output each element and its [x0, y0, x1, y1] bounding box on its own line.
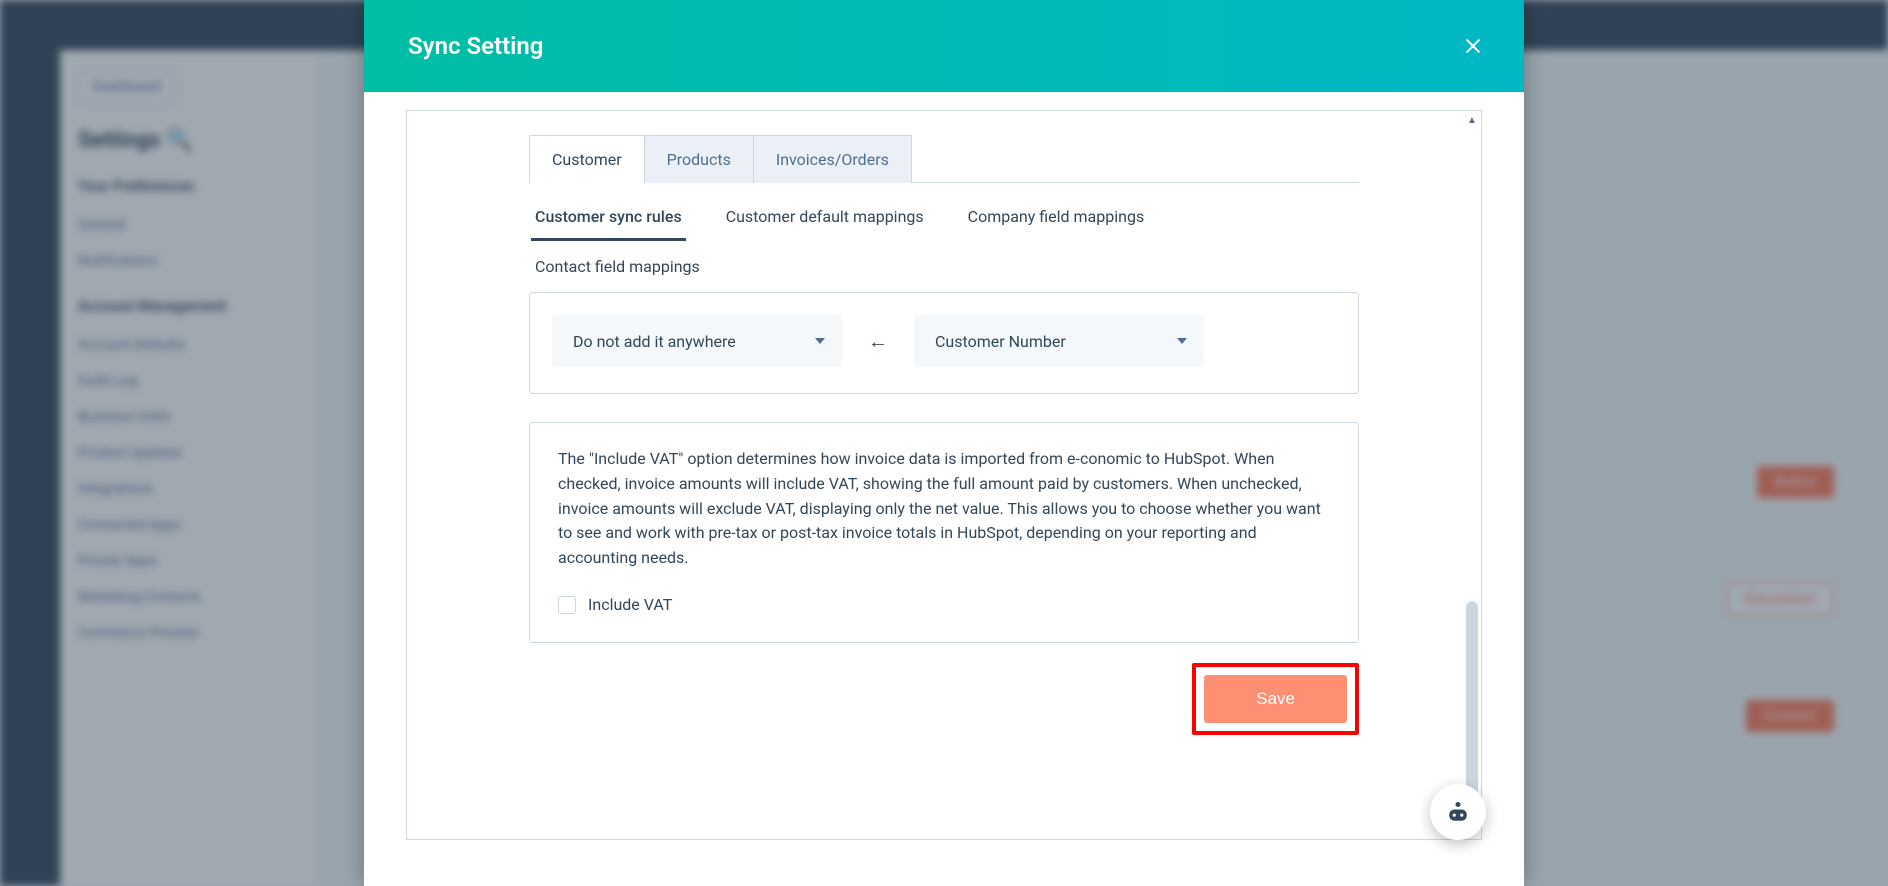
- include-vat-label: Include VAT: [588, 593, 672, 618]
- chevron-down-icon: [1177, 338, 1187, 344]
- bot-icon: [1443, 797, 1473, 827]
- subtab-company-field-mappings[interactable]: Company field mappings: [964, 201, 1149, 241]
- tabs-row: Customer Products Invoices/Orders: [529, 135, 1359, 183]
- subtabs-row: Customer sync rules Customer default map…: [529, 183, 1359, 288]
- right-select[interactable]: Customer Number: [914, 315, 1204, 367]
- modal-header: Sync Setting: [364, 0, 1524, 92]
- scrollbar-thumb[interactable]: [1466, 601, 1478, 801]
- save-highlight-box: Save: [1192, 663, 1359, 735]
- sync-setting-modal: Sync Setting Customer Products Invoices/…: [364, 0, 1524, 886]
- close-icon[interactable]: [1462, 35, 1484, 57]
- save-row: Save: [529, 663, 1359, 735]
- chevron-down-icon: [815, 338, 825, 344]
- vat-description: The "Include VAT" option determines how …: [558, 447, 1330, 571]
- scroll-up-icon[interactable]: ▲: [1463, 111, 1481, 129]
- include-vat-row[interactable]: Include VAT: [558, 593, 1330, 618]
- chat-bot-button[interactable]: [1430, 784, 1486, 840]
- subtab-customer-default-mappings[interactable]: Customer default mappings: [722, 201, 928, 241]
- vat-card: The "Include VAT" option determines how …: [529, 422, 1359, 643]
- include-vat-checkbox[interactable]: [558, 596, 576, 614]
- save-button[interactable]: Save: [1204, 675, 1347, 723]
- modal-body: Customer Products Invoices/Orders Custom…: [364, 92, 1524, 886]
- left-select[interactable]: Do not add it anywhere: [552, 315, 842, 367]
- scroll-container: Customer Products Invoices/Orders Custom…: [406, 110, 1482, 840]
- tab-products[interactable]: Products: [644, 135, 754, 183]
- mapping-card: Do not add it anywhere ← Customer Number: [529, 292, 1359, 394]
- arrow-left-icon: ←: [856, 329, 900, 354]
- right-select-value: Customer Number: [935, 332, 1066, 351]
- tab-invoices-orders[interactable]: Invoices/Orders: [753, 135, 912, 183]
- vertical-scrollbar[interactable]: ▲ ▼: [1463, 111, 1481, 839]
- subtab-customer-sync-rules[interactable]: Customer sync rules: [531, 201, 686, 241]
- left-select-value: Do not add it anywhere: [573, 332, 736, 351]
- subtab-contact-field-mappings[interactable]: Contact field mappings: [531, 251, 711, 288]
- modal-title: Sync Setting: [408, 32, 543, 60]
- tab-customer[interactable]: Customer: [529, 135, 645, 183]
